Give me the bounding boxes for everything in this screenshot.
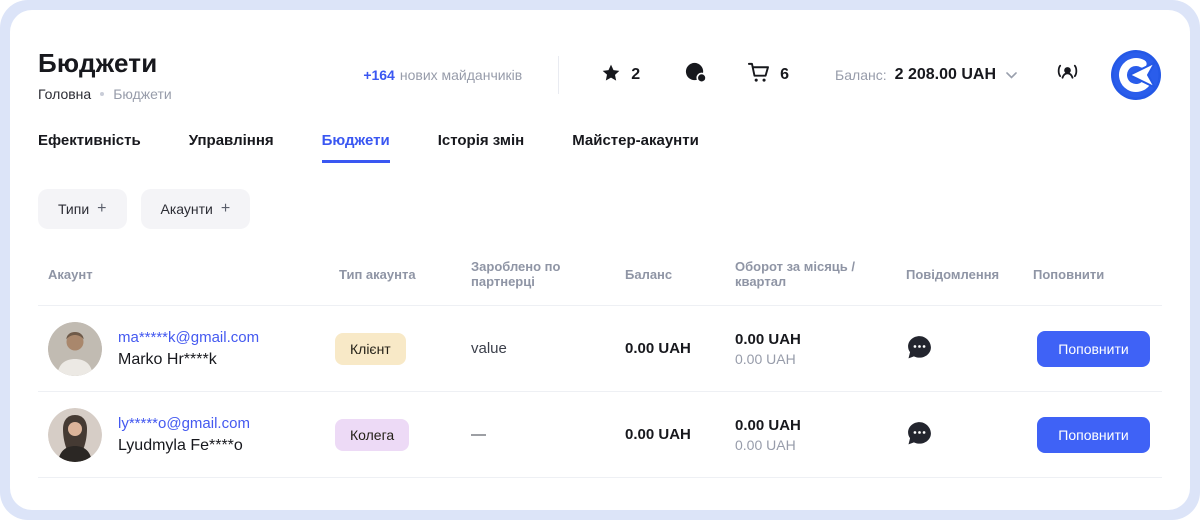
column-header-account-type: Тип акаунта	[335, 249, 455, 306]
star-icon	[601, 63, 621, 88]
balance-dropdown[interactable]: Баланс: 2 208.00 UAH	[835, 66, 1017, 84]
balance-label: Баланс:	[835, 67, 887, 83]
column-header-topup: Поповнити	[1025, 249, 1162, 306]
column-header-balance: Баланс	[608, 249, 718, 306]
column-header-messages: Повідомлення	[888, 249, 1025, 306]
accounts-table: Акаунт Тип акаунта Зароблено по партнерц…	[38, 249, 1162, 478]
table-row: ly*****o@gmail.com Lyudmyla Fe****o Коле…	[38, 392, 1162, 478]
column-header-account: Акаунт	[38, 249, 335, 306]
filter-bar: Типи + Акаунти +	[38, 189, 1162, 229]
tab-master-accounts[interactable]: Майстер-акаунти	[572, 132, 699, 163]
cart-count: 6	[780, 66, 789, 84]
main-card: Бюджети Головна Бюджети +164 нових майда…	[10, 10, 1190, 510]
account-cell: ma*****k@gmail.com Marko Hr****k	[48, 322, 335, 376]
tab-management[interactable]: Управління	[189, 132, 274, 163]
cart-button[interactable]: 6	[747, 61, 789, 89]
account-name: Marko Hr****k	[118, 351, 259, 369]
earned-value: value	[471, 340, 507, 357]
favorites-count: 2	[631, 66, 640, 84]
turnover-month: 0.00 UAH	[735, 331, 888, 348]
earned-value: —	[471, 426, 486, 443]
tab-bar: Ефективність Управління Бюджети Історія …	[38, 132, 1162, 163]
brand-logo[interactable]	[1110, 49, 1162, 101]
new-platforms-count: +164	[363, 67, 395, 83]
page-title: Бюджети	[38, 48, 172, 79]
balance-value: 0.00 UAH	[625, 340, 691, 357]
breadcrumb-current: Бюджети	[113, 86, 171, 102]
account-name: Lyudmyla Fe****o	[118, 437, 250, 455]
table-header-row: Акаунт Тип акаунта Зароблено по партнерц…	[38, 249, 1162, 306]
table-row: ma*****k@gmail.com Marko Hr****k Клієнт …	[38, 306, 1162, 392]
tab-budgets[interactable]: Бюджети	[322, 132, 390, 163]
topbar-divider	[558, 56, 559, 94]
message-bubble-icon	[906, 435, 933, 450]
topup-button[interactable]: Поповнити	[1037, 331, 1149, 367]
tab-change-history[interactable]: Історія змін	[438, 132, 524, 163]
filter-accounts-label: Акаунти	[161, 201, 213, 217]
account-info: ly*****o@gmail.com Lyudmyla Fe****o	[118, 415, 250, 455]
turnover-month: 0.00 UAH	[735, 417, 888, 434]
notification-bell-icon	[1055, 60, 1080, 90]
avatar	[48, 408, 102, 462]
chat-icon	[684, 61, 707, 89]
chevron-down-icon	[1006, 66, 1017, 84]
new-platforms-label: нових майданчиків	[400, 67, 522, 83]
topup-button[interactable]: Поповнити	[1037, 417, 1149, 453]
message-button[interactable]	[906, 334, 933, 364]
filter-types-button[interactable]: Типи +	[38, 189, 127, 229]
chat-button[interactable]	[684, 61, 707, 89]
balance-value: 2 208.00 UAH	[895, 66, 996, 84]
topbar-right: +164 нових майданчиків 2	[363, 49, 1162, 101]
breadcrumb-home-link[interactable]: Головна	[38, 86, 91, 102]
notification-button[interactable]	[1055, 60, 1080, 90]
email-link[interactable]: ly*****o@gmail.com	[118, 415, 250, 432]
balance-value: 0.00 UAH	[625, 426, 691, 443]
column-header-earned: Зароблено по партнерці	[455, 249, 608, 306]
plus-icon: +	[97, 201, 106, 217]
account-info: ma*****k@gmail.com Marko Hr****k	[118, 329, 259, 369]
page-background: Бюджети Головна Бюджети +164 нових майда…	[0, 0, 1200, 520]
breadcrumb: Головна Бюджети	[38, 86, 172, 102]
message-button[interactable]	[906, 420, 933, 450]
title-block: Бюджети Головна Бюджети	[38, 48, 172, 102]
cart-icon	[747, 61, 770, 89]
filter-accounts-button[interactable]: Акаунти +	[141, 189, 251, 229]
breadcrumb-separator	[100, 92, 104, 96]
plus-icon: +	[221, 201, 230, 217]
account-type-badge: Клієнт	[335, 333, 406, 365]
tab-efficiency[interactable]: Ефективність	[38, 132, 141, 163]
new-platforms-link[interactable]: +164 нових майданчиків	[363, 67, 522, 83]
topbar: Бюджети Головна Бюджети +164 нових майда…	[38, 48, 1162, 102]
column-header-turnover: Оборот за місяць / квартал	[718, 249, 888, 306]
filter-types-label: Типи	[58, 201, 89, 217]
email-link[interactable]: ma*****k@gmail.com	[118, 329, 259, 346]
account-type-badge: Колега	[335, 419, 409, 451]
message-bubble-icon	[906, 349, 933, 364]
account-cell: ly*****o@gmail.com Lyudmyla Fe****o	[48, 408, 335, 462]
turnover-quarter: 0.00 UAH	[735, 351, 888, 367]
favorites-button[interactable]: 2	[601, 63, 640, 88]
turnover-quarter: 0.00 UAH	[735, 437, 888, 453]
avatar	[48, 322, 102, 376]
